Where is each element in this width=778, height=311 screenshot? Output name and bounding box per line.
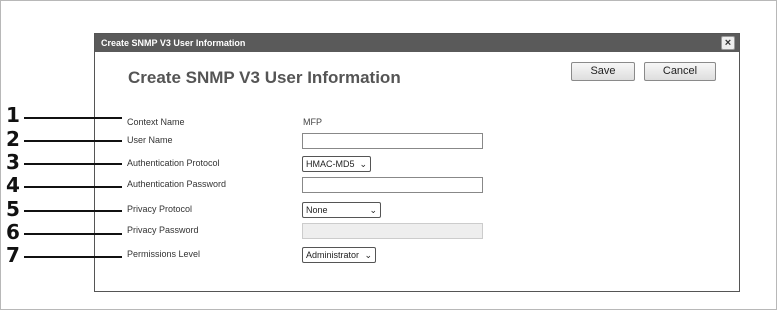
auth-password-label: Authentication Password xyxy=(127,179,227,189)
auth-password-row: Authentication Password xyxy=(95,177,739,195)
privacy-protocol-row: Privacy Protocol None ⌄ xyxy=(95,202,739,220)
callout-7: 7 xyxy=(6,243,20,267)
privacy-protocol-select[interactable]: None ⌄ xyxy=(302,202,381,218)
callout-line-1 xyxy=(24,117,122,119)
permissions-level-label: Permissions Level xyxy=(127,249,201,259)
callout-4: 4 xyxy=(6,173,20,197)
dialog-titlebar: Create SNMP V3 User Information xyxy=(95,34,739,52)
create-snmp-v3-user-dialog: Create SNMP V3 User Information × Create… xyxy=(94,33,740,292)
chevron-down-icon: ⌄ xyxy=(364,250,372,260)
close-button[interactable]: × xyxy=(721,36,735,50)
user-name-label: User Name xyxy=(127,135,173,145)
auth-protocol-label: Authentication Protocol xyxy=(127,158,220,168)
callout-line-6 xyxy=(24,233,122,235)
callout-1: 1 xyxy=(6,103,20,127)
dialog-title: Create SNMP V3 User Information xyxy=(101,38,246,48)
user-name-input[interactable] xyxy=(302,133,483,149)
context-name-row: Context Name MFP xyxy=(95,115,739,133)
context-name-value: MFP xyxy=(303,117,322,127)
callout-3: 3 xyxy=(6,150,20,174)
page-title: Create SNMP V3 User Information xyxy=(128,68,401,87)
context-name-label: Context Name xyxy=(127,117,185,127)
auth-protocol-select[interactable]: HMAC-MD5 ⌄ xyxy=(302,156,371,172)
callout-6: 6 xyxy=(6,220,20,244)
callout-line-3 xyxy=(24,163,122,165)
user-name-row: User Name xyxy=(95,133,739,151)
permissions-level-selected: Administrator xyxy=(306,250,360,260)
callout-line-4 xyxy=(24,186,122,188)
callout-line-2 xyxy=(24,140,122,142)
callout-line-7 xyxy=(24,256,122,258)
cancel-button[interactable]: Cancel xyxy=(644,62,716,81)
privacy-password-row: Privacy Password xyxy=(95,223,739,241)
auth-password-input[interactable] xyxy=(302,177,483,193)
privacy-protocol-label: Privacy Protocol xyxy=(127,204,193,214)
privacy-password-input xyxy=(302,223,483,239)
privacy-password-label: Privacy Password xyxy=(127,225,199,235)
save-button[interactable]: Save xyxy=(571,62,635,81)
chevron-down-icon: ⌄ xyxy=(369,205,377,215)
callout-2: 2 xyxy=(6,127,20,151)
privacy-protocol-selected: None xyxy=(306,205,328,215)
chevron-down-icon: ⌄ xyxy=(359,159,367,169)
callout-line-5 xyxy=(24,210,122,212)
callout-5: 5 xyxy=(6,197,20,221)
auth-protocol-selected: HMAC-MD5 xyxy=(306,159,355,169)
auth-protocol-row: Authentication Protocol HMAC-MD5 ⌄ xyxy=(95,156,739,174)
permissions-level-select[interactable]: Administrator ⌄ xyxy=(302,247,376,263)
close-icon: × xyxy=(724,37,732,49)
permissions-level-row: Permissions Level Administrator ⌄ xyxy=(95,247,739,265)
